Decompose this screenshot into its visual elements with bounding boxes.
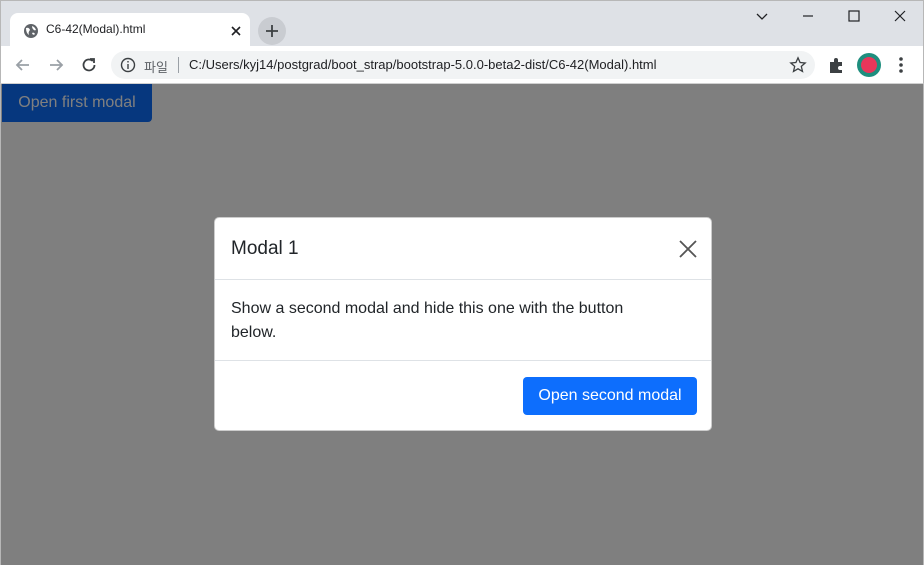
modal-body-text: Show a second modal and hide this one wi… bbox=[231, 300, 624, 341]
puzzle-icon[interactable] bbox=[827, 55, 847, 75]
modal-body: Show a second modal and hide this one wi… bbox=[215, 280, 711, 361]
maximize-icon bbox=[848, 10, 860, 22]
browser-tab[interactable]: C6-42(Modal).html bbox=[10, 13, 250, 48]
modal-header: Modal 1 bbox=[215, 218, 711, 280]
browser-toolbar: 파일 C:/Users/kyj14/postgrad/boot_strap/bo… bbox=[0, 46, 924, 84]
page-viewport: Open first modal Modal 1 Show a second m… bbox=[0, 84, 924, 565]
forward-button[interactable] bbox=[44, 53, 68, 77]
file-chip: 파일 bbox=[144, 61, 168, 76]
profile-avatar-image bbox=[861, 57, 877, 73]
modal-title: Modal 1 bbox=[231, 238, 299, 259]
profile-avatar[interactable] bbox=[857, 53, 881, 77]
reload-icon bbox=[82, 58, 96, 72]
back-arrow-icon bbox=[15, 59, 29, 71]
plus-icon bbox=[266, 25, 278, 37]
window-close-button[interactable] bbox=[877, 1, 923, 31]
minimize-button[interactable] bbox=[739, 1, 785, 31]
minimize-icon bbox=[756, 13, 768, 20]
modal-dialog: Modal 1 Show a second modal and hide thi… bbox=[214, 217, 712, 431]
chip-divider bbox=[178, 57, 179, 73]
new-tab-button[interactable] bbox=[258, 17, 286, 45]
info-icon[interactable] bbox=[120, 57, 136, 73]
url-text[interactable]: C:/Users/kyj14/postgrad/boot_strap/boots… bbox=[189, 57, 657, 72]
close-icon[interactable] bbox=[677, 238, 699, 260]
address-bar[interactable]: 파일 C:/Users/kyj14/postgrad/boot_strap/bo… bbox=[111, 51, 815, 79]
maximize-button[interactable] bbox=[831, 1, 877, 31]
globe-icon bbox=[24, 24, 38, 38]
modal-footer: Open second modal bbox=[215, 361, 711, 432]
back-button[interactable] bbox=[11, 53, 35, 77]
reload-button[interactable] bbox=[77, 53, 101, 77]
star-icon[interactable] bbox=[789, 56, 807, 74]
restore-button[interactable] bbox=[785, 1, 831, 31]
open-second-modal-button[interactable]: Open second modal bbox=[523, 377, 697, 415]
window-close-icon bbox=[894, 10, 906, 22]
kebab-menu-icon[interactable] bbox=[891, 55, 911, 75]
close-icon[interactable] bbox=[229, 24, 243, 38]
minimize-icon bbox=[803, 15, 813, 17]
tab-strip: C6-42(Modal).html bbox=[0, 0, 924, 48]
forward-arrow-icon bbox=[50, 59, 64, 71]
tab-title: C6-42(Modal).html bbox=[46, 22, 146, 36]
